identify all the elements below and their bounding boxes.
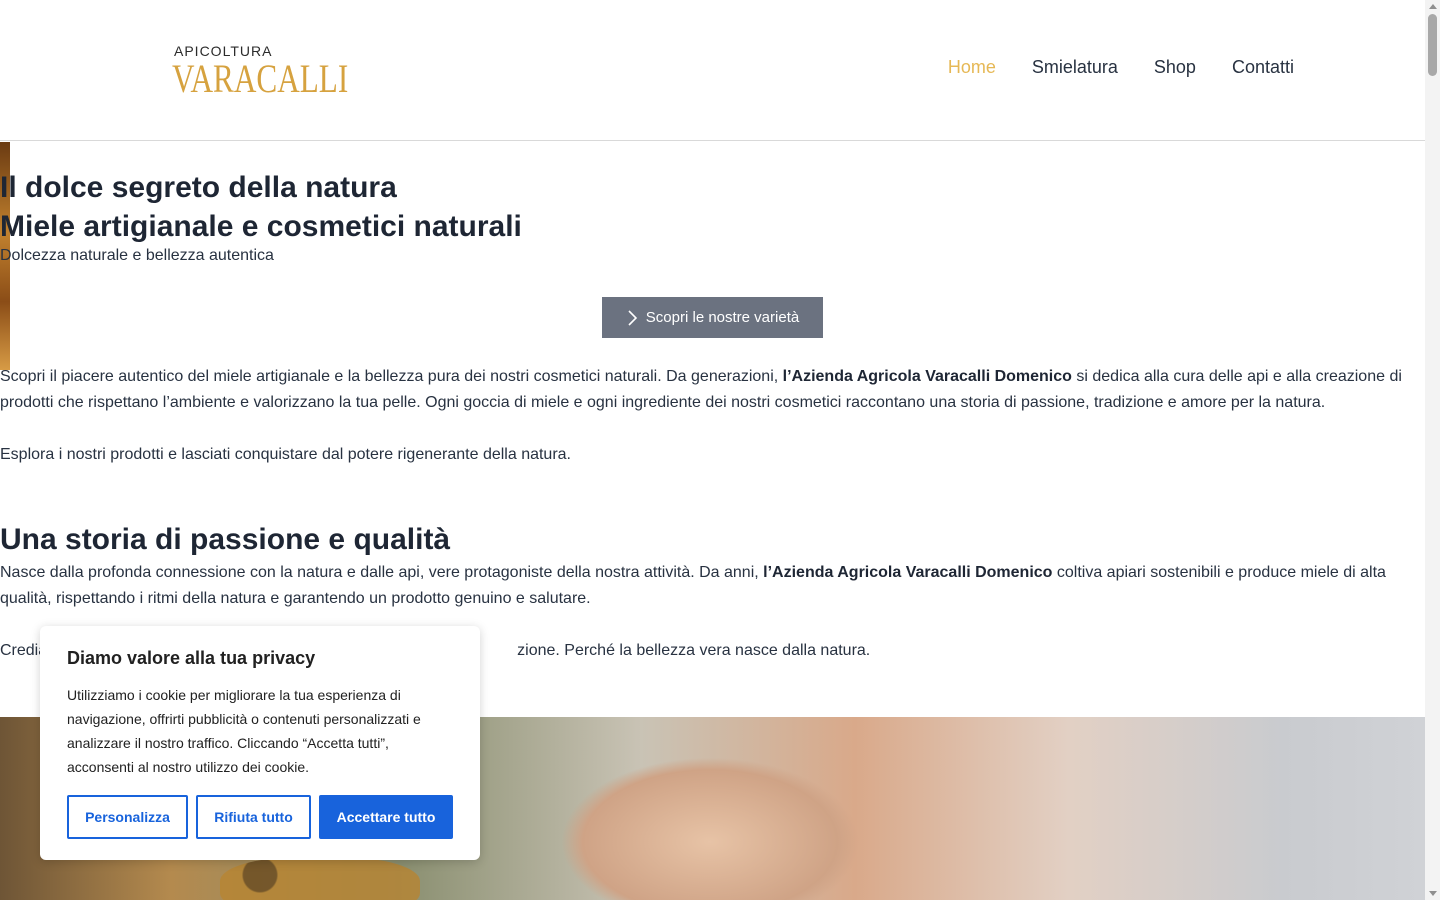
- intro-paragraph: Scopri il piacere autentico del miele ar…: [0, 364, 1425, 416]
- hero-subtitle: Dolcezza naturale e bellezza autentica: [0, 247, 274, 264]
- story-text-a: Nasce dalla profonda connessione con la …: [0, 564, 764, 581]
- brand-main-text: VARACALLI: [172, 56, 349, 101]
- scroll-down-arrow-icon[interactable]: [1429, 891, 1437, 896]
- story-paragraph: Nasce dalla profonda connessione con la …: [0, 560, 1425, 612]
- beekeeper-glove: [560, 757, 860, 900]
- page-scrollbar[interactable]: [1425, 0, 1440, 900]
- intro-text-a: Scopri il piacere autentico del miele ar…: [0, 368, 783, 385]
- brand-logo[interactable]: APICOLTURA VARACALLI: [166, 28, 386, 114]
- chevron-right-icon: [628, 309, 637, 326]
- explore-paragraph: Esplora i nostri prodotti e lasciati con…: [0, 446, 571, 463]
- cookie-buttons: Personalizza Rifiuta tutto Accettare tut…: [67, 795, 453, 839]
- cta-label: Scopri le nostre varietà: [645, 309, 800, 326]
- scroll-up-arrow-icon[interactable]: [1429, 4, 1437, 9]
- site-header: APICOLTURA VARACALLI Home Smielatura Sho…: [0, 0, 1425, 141]
- story-company-bold: l’Azienda Agricola Varacalli Domenico: [763, 564, 1053, 581]
- cookie-text: Utilizziamo i cookie per migliorare la t…: [67, 687, 421, 775]
- nav-item-shop[interactable]: Shop: [1154, 57, 1196, 78]
- reject-all-cookies-button[interactable]: Rifiuta tutto: [196, 795, 311, 839]
- hero-title-line-2: Miele artigianale e cosmetici naturali: [0, 210, 522, 243]
- discover-varieties-button[interactable]: Scopri le nostre varietà: [602, 297, 823, 338]
- main-nav: Home Smielatura Shop Contatti: [948, 57, 1294, 78]
- nav-item-smielatura[interactable]: Smielatura: [1032, 57, 1118, 78]
- customize-cookies-button[interactable]: Personalizza: [67, 795, 188, 839]
- hero-title: Il dolce segreto della natura Miele arti…: [0, 168, 522, 246]
- honeycomb-frame: [220, 857, 420, 900]
- nav-item-home[interactable]: Home: [948, 57, 996, 78]
- scroll-thumb[interactable]: [1428, 14, 1437, 76]
- company-name-bold: l’Azienda Agricola Varacalli Domenico: [782, 368, 1072, 385]
- cookie-consent-banner: Diamo valore alla tua privacy Utilizziam…: [40, 626, 480, 860]
- story-title: Una storia di passione e qualità: [0, 523, 451, 556]
- cookie-title: Diamo valore alla tua privacy: [67, 648, 316, 668]
- nav-item-contatti[interactable]: Contatti: [1232, 57, 1294, 78]
- story-p2-end: zione. Perché la bellezza vera nasce dal…: [517, 642, 871, 659]
- hero-title-line-1: Il dolce segreto della natura: [0, 171, 397, 204]
- accept-all-cookies-button[interactable]: Accettare tutto: [319, 795, 453, 839]
